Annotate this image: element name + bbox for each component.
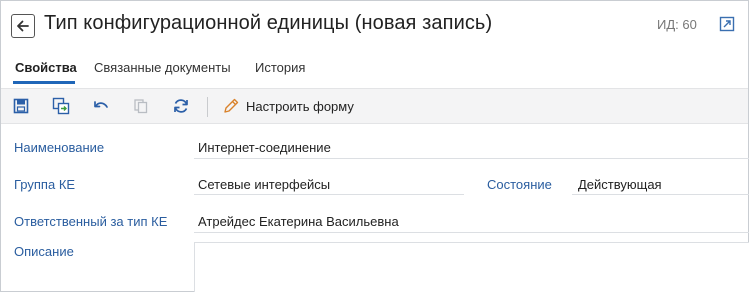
toolbar: Настроить форму <box>1 88 748 124</box>
save-icon <box>13 98 29 114</box>
state-field[interactable]: Действующая <box>578 177 662 192</box>
description-textarea[interactable] <box>194 242 749 292</box>
state-field-underline <box>572 194 749 195</box>
toolbar-divider <box>207 97 208 117</box>
back-button[interactable] <box>11 14 35 38</box>
owner-field-underline <box>194 232 749 233</box>
owner-field[interactable]: Атрейдес Екатерина Васильевна <box>198 214 399 229</box>
tab-properties[interactable]: Свойства <box>15 60 77 75</box>
copy-button[interactable] <box>132 97 150 115</box>
record-id: ИД: 60 <box>657 17 697 32</box>
refresh-button[interactable] <box>172 97 190 115</box>
name-field[interactable]: Интернет-соединение <box>198 140 331 155</box>
name-label: Наименование <box>14 140 105 155</box>
open-in-new-window-icon[interactable] <box>719 16 735 32</box>
save-button[interactable] <box>12 97 30 115</box>
tab-history[interactable]: История <box>255 60 305 75</box>
name-field-underline <box>194 158 749 159</box>
owner-label: Ответственный за тип КЕ <box>14 214 168 229</box>
group-field[interactable]: Сетевые интерфейсы <box>198 177 330 192</box>
pencil-icon <box>224 98 239 113</box>
save-and-new-button[interactable] <box>52 97 70 115</box>
undo-button[interactable] <box>92 97 110 115</box>
header: Тип конфигурационной единицы (новая запи… <box>1 1 748 51</box>
copy-icon <box>134 99 148 114</box>
arrow-left-icon <box>17 20 29 32</box>
record-window: Тип конфигурационной единицы (новая запи… <box>0 0 749 292</box>
active-tab-indicator <box>13 81 75 84</box>
tab-related-documents[interactable]: Связанные документы <box>94 60 231 75</box>
page-title: Тип конфигурационной единицы (новая запи… <box>44 12 493 34</box>
configure-form-icon-button[interactable] <box>222 97 240 115</box>
undo-icon <box>94 101 108 108</box>
description-label: Описание <box>14 244 74 259</box>
refresh-icon <box>174 99 188 113</box>
group-label: Группа КЕ <box>14 177 76 192</box>
tab-bar: Свойства Связанные документы История <box>1 53 748 87</box>
save-and-new-icon <box>52 97 70 115</box>
configure-form-button[interactable]: Настроить форму <box>246 99 354 114</box>
state-label: Состояние <box>487 177 552 192</box>
group-field-underline <box>194 194 464 195</box>
